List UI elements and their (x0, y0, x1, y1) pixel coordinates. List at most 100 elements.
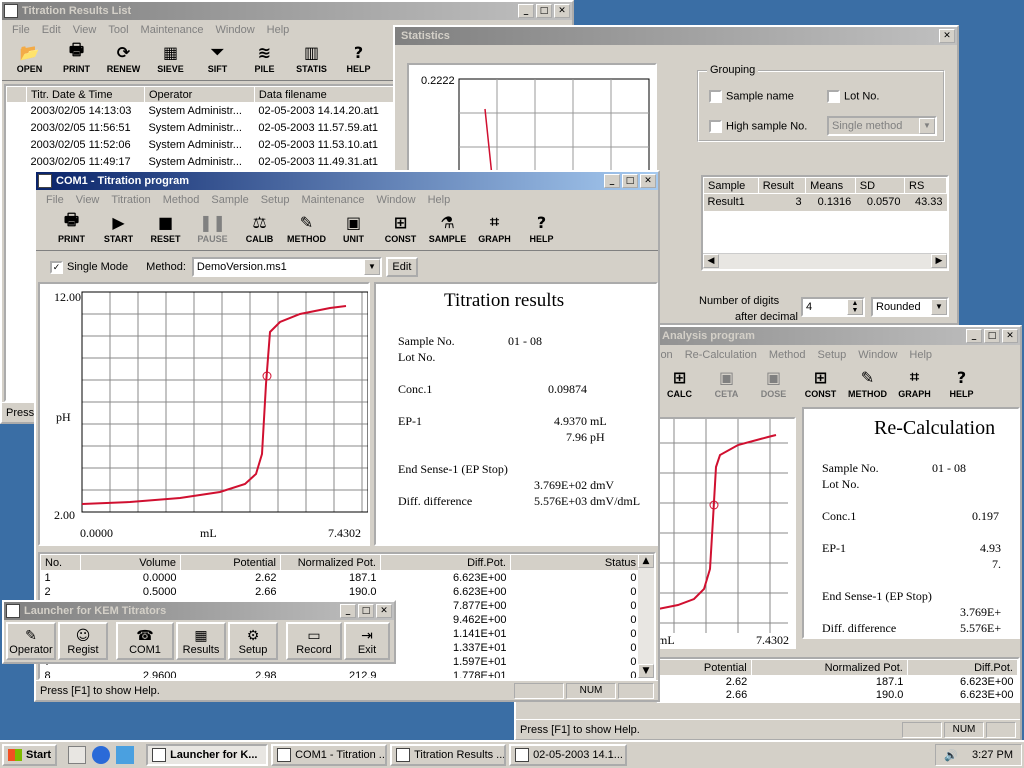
tool-reset-button[interactable]: ■ RESET (142, 211, 189, 248)
menu-window[interactable]: Window (852, 349, 903, 361)
statistics-titlebar[interactable]: Statistics ✕ (395, 27, 957, 45)
close-button[interactable]: ✕ (554, 4, 570, 18)
menu-view[interactable]: View (67, 24, 103, 36)
tool-calib-button[interactable]: ⚖ CALIB (236, 211, 283, 248)
menu-window[interactable]: Window (370, 194, 421, 206)
tool-pile-button[interactable]: ≋ PILE (241, 41, 288, 78)
table-row[interactable]: 2 0.5000 2.66 190.0 6.623E+00 0 (41, 585, 641, 599)
tool-unit-button[interactable]: ▣ UNIT (330, 211, 377, 248)
launcher-operator-button[interactable]: ✎ Operator (6, 622, 56, 660)
close-button[interactable]: ✕ (939, 29, 955, 43)
tool-print-button[interactable]: 🖶 PRINT (48, 210, 95, 248)
table-row[interactable]: 8 2.9600 2.98 212.9 1.778E+01 0 (41, 669, 641, 679)
menu-method[interactable]: Method (157, 194, 206, 206)
tool-ceta-button[interactable]: ▣ CETA (703, 366, 750, 404)
menu-method[interactable]: Method (763, 349, 812, 361)
edit-button[interactable]: Edit (385, 257, 418, 277)
taskbar-task[interactable]: Launcher for K... (146, 744, 269, 766)
column-header[interactable]: Operator (143, 86, 255, 103)
column-header[interactable]: Normalized Pot. (750, 659, 908, 676)
tool-renew-button[interactable]: ⟳ RENEW (100, 41, 147, 78)
column-header[interactable]: Result (757, 177, 807, 194)
checkbox-box[interactable] (709, 90, 722, 103)
tool-help-button[interactable]: ? HELP (518, 211, 565, 248)
spinner-arrows-icon[interactable]: ▲ ▼ (847, 299, 863, 315)
menu-edit[interactable]: Edit (36, 24, 67, 36)
scroll-left-icon[interactable]: ◀ (703, 254, 719, 268)
chevron-down-icon[interactable]: ▼ (931, 299, 947, 315)
column-header[interactable]: Potential (180, 554, 281, 571)
outlook-icon[interactable] (116, 746, 135, 764)
menu-maintenance[interactable]: Maintenance (295, 194, 370, 206)
column-header[interactable]: SD (854, 177, 906, 194)
minimize-button[interactable]: _ (518, 4, 534, 18)
start-button[interactable]: Start (2, 744, 58, 766)
column-header[interactable]: Sample (703, 177, 759, 194)
tool-calc-button[interactable]: ⊞ CALC (656, 366, 703, 404)
column-header[interactable]: Normalized Pot. (280, 554, 381, 571)
menu-sample[interactable]: Sample (205, 194, 254, 206)
chevron-down-icon[interactable]: ▼ (919, 118, 935, 134)
taskbar-task[interactable]: Titration Results ... (390, 744, 507, 766)
single-method-select[interactable]: Single method ▼ (827, 116, 937, 136)
menu-view[interactable]: View (70, 194, 106, 206)
maximize-button[interactable]: □ (984, 329, 1000, 343)
scroll-right-icon[interactable]: ▶ (931, 254, 947, 268)
table-row[interactable]: 2.66 190.0 6.623E+00 (659, 689, 1018, 701)
minimize-button[interactable]: _ (340, 604, 356, 618)
launcher-titlebar[interactable]: Launcher for KEM Titrators _ □ ✕ (4, 602, 394, 620)
maximize-button[interactable]: □ (622, 174, 638, 188)
tool-help-button[interactable]: ? HELP (335, 41, 382, 78)
table-row[interactable]: 2003/02/05 11:52:06 System Administr... 02… (7, 137, 394, 154)
launcher-com1-button[interactable]: ☎ COM1 (116, 622, 174, 660)
tool-sieve-button[interactable]: ▦ SIEVE (147, 41, 194, 78)
tool-method-button[interactable]: ✎ METHOD (844, 366, 891, 404)
scroll-up-icon[interactable]: ▲ (638, 554, 654, 568)
close-button[interactable]: ✕ (1002, 329, 1018, 343)
taskbar-task[interactable]: 02-05-2003 14.1... (509, 744, 628, 766)
tool-sample-button[interactable]: ⚗ SAMPLE (424, 211, 471, 248)
menu-maintenance[interactable]: Maintenance (135, 24, 210, 36)
menu-help[interactable]: Help (903, 349, 938, 361)
column-header[interactable]: Means (805, 177, 856, 194)
column-header[interactable]: Data filename (253, 86, 394, 103)
menu-titration[interactable]: Titration (105, 194, 156, 206)
tool-pause-button[interactable]: ❚❚ PAUSE (189, 211, 236, 248)
column-header[interactable]: Titr. Date & Time (26, 86, 145, 103)
column-header[interactable]: Diff.Pot. (906, 659, 1018, 676)
menu-file[interactable]: File (6, 24, 36, 36)
maximize-button[interactable]: □ (536, 4, 552, 18)
lot-no-checkbox[interactable]: Lot No. (827, 90, 879, 103)
column-header[interactable]: No. (40, 554, 81, 571)
digits-spinner[interactable]: 4 ▲ ▼ (801, 297, 865, 317)
launcher-results-button[interactable]: ▦ Results (176, 622, 226, 660)
minimize-button[interactable]: _ (604, 174, 620, 188)
menu-tool[interactable]: Tool (102, 24, 134, 36)
launcher-exit-button[interactable]: ⇥ Exit (344, 622, 390, 660)
table-row[interactable]: 2003/02/05 11:49:17 System Administr... 02… (7, 154, 394, 171)
close-button[interactable]: ✕ (640, 174, 656, 188)
scroll-down-icon[interactable]: ▼ (638, 664, 654, 678)
table-row[interactable]: 2003/02/05 11:56:51 System Administr... 02… (7, 120, 394, 137)
checkbox-box[interactable] (827, 90, 840, 103)
launcher-record-button[interactable]: ▭ Record (286, 622, 342, 660)
tool-dose-button[interactable]: ▣ DOSE (750, 366, 797, 404)
tool-sift-button[interactable]: ⏷ SIFT (194, 41, 241, 78)
table-row[interactable]: 2003/02/05 14:13:03 System Administr... 02… (7, 103, 394, 120)
tool-method-button[interactable]: ✎ METHOD (283, 211, 330, 248)
column-header[interactable]: Diff.Pot. (380, 554, 511, 571)
tool-const-button[interactable]: ⊞ CONST (377, 211, 424, 248)
menu-help[interactable]: Help (261, 24, 296, 36)
column-header[interactable]: Potential (658, 659, 752, 676)
checkbox-box[interactable] (709, 120, 722, 133)
menu-help[interactable]: Help (422, 194, 457, 206)
column-header[interactable]: Volume (80, 554, 181, 571)
menu-window[interactable]: Window (210, 24, 261, 36)
results-list-titlebar[interactable]: Titration Results List _ □ ✕ (2, 2, 572, 20)
taskbar-task[interactable]: COM1 - Titration ... (271, 744, 388, 766)
menu-setup[interactable]: Setup (255, 194, 296, 206)
com1-titlebar[interactable]: COM1 - Titration program _ □ ✕ (36, 172, 658, 190)
launcher-setup-button[interactable]: ⚙ Setup (228, 622, 278, 660)
tool-graph-button[interactable]: ⌗ GRAPH (891, 366, 938, 404)
tool-open-button[interactable]: 📂 OPEN (6, 41, 53, 78)
